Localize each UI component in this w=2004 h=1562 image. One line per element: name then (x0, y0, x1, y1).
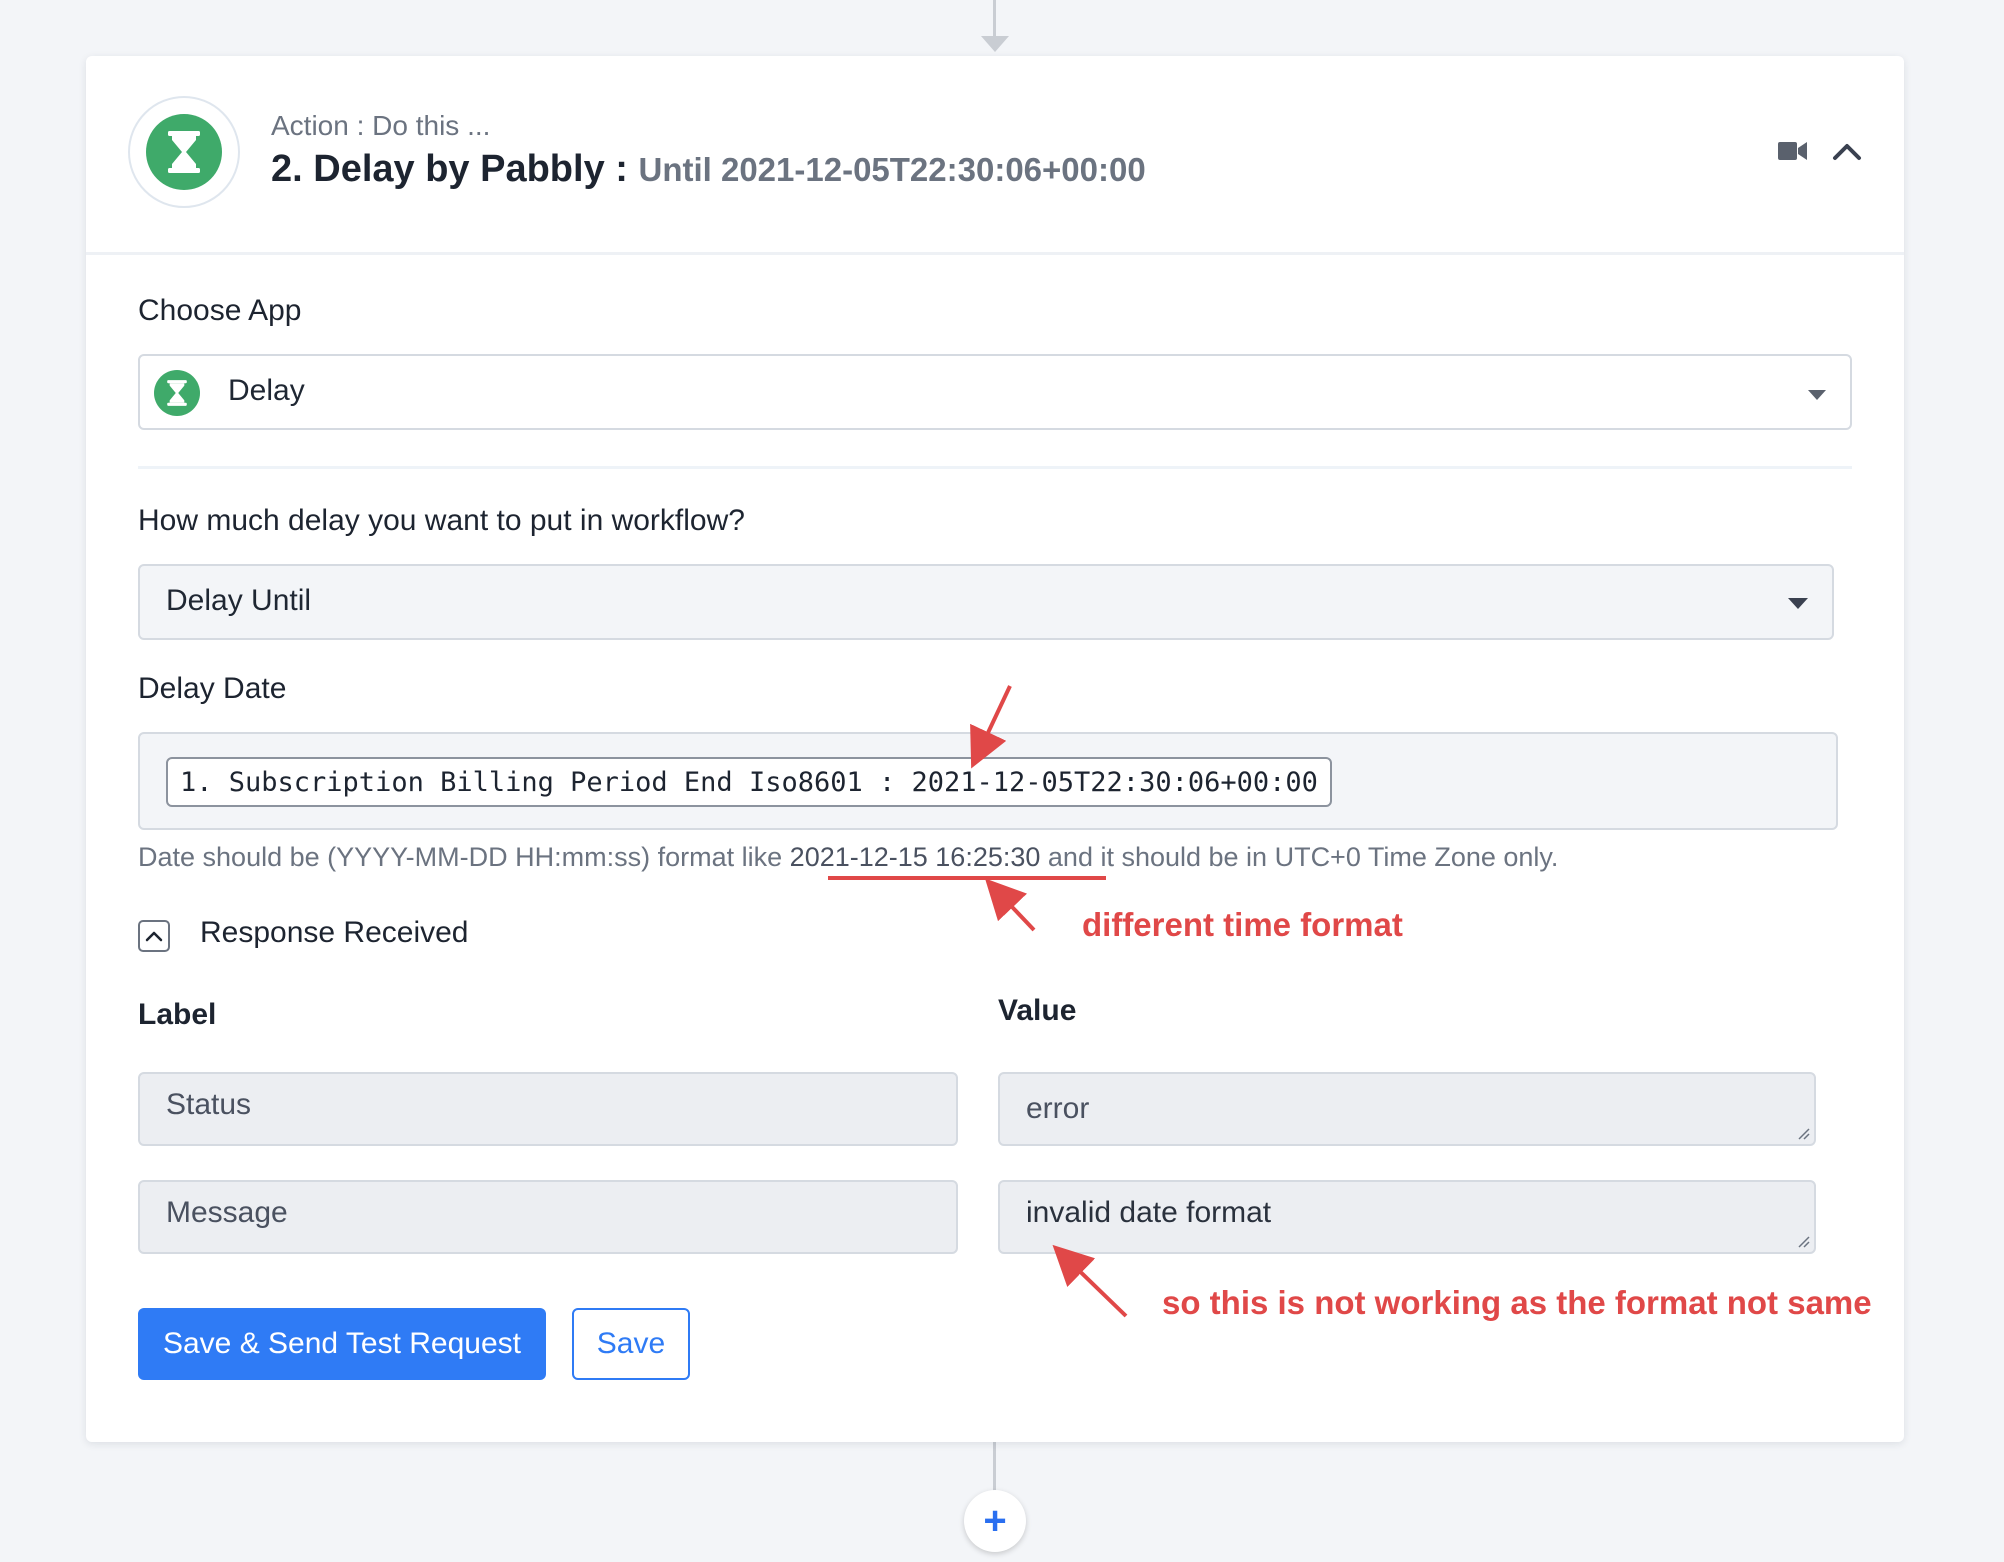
annotation-arrow-chip (970, 685, 1012, 769)
annotation-arrow-example (984, 878, 1036, 932)
annotation-overlay (828, 685, 1128, 1318)
annotation-arrow-message (1052, 1244, 1128, 1318)
